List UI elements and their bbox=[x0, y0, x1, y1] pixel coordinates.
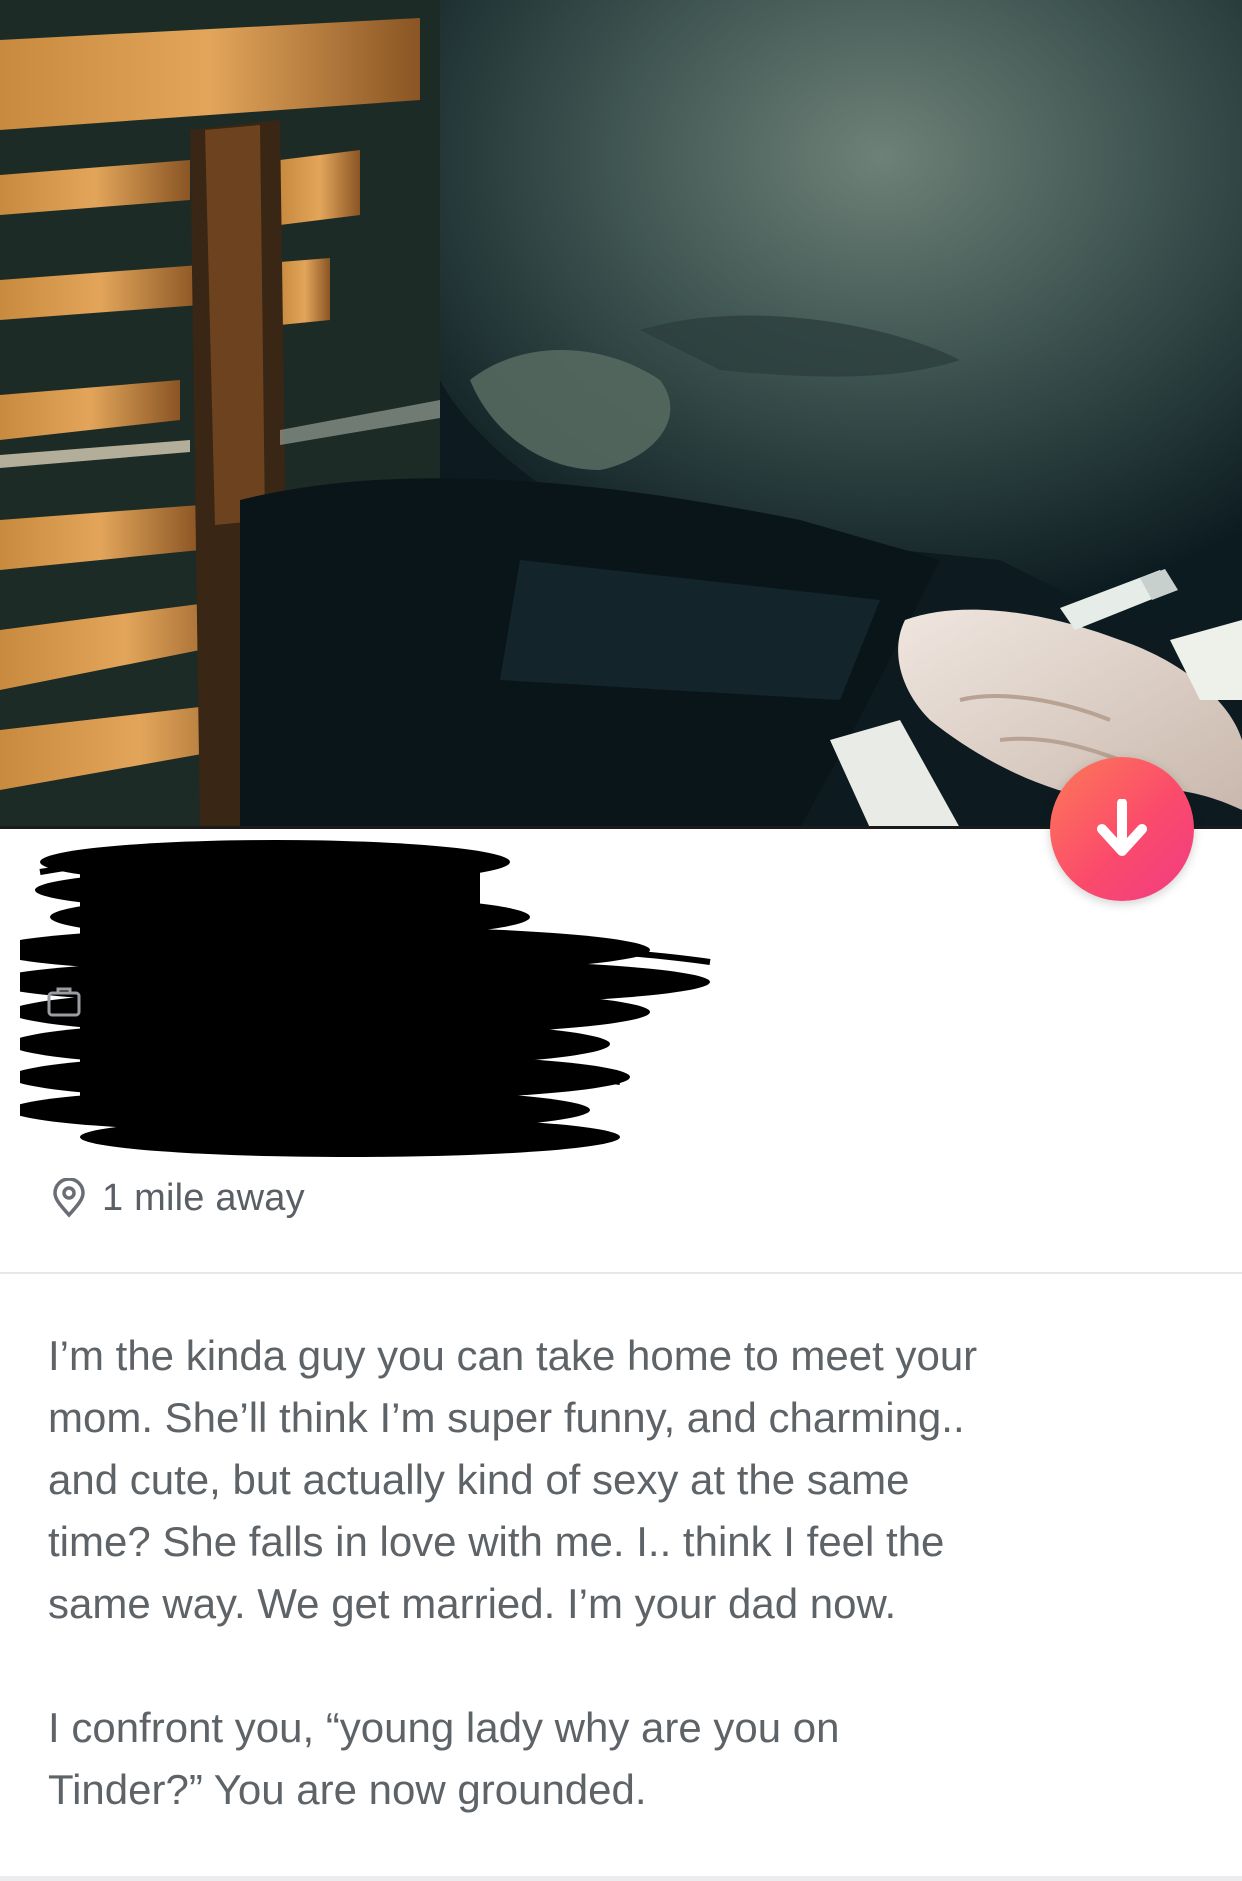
briefcase-icon bbox=[47, 987, 81, 1017]
profile-bio: I’m the kinda guy you can take home to m… bbox=[48, 1325, 1208, 1821]
section-divider bbox=[0, 1272, 1242, 1274]
distance-label: 1 mile away bbox=[102, 1176, 305, 1219]
bio-paragraph: I’m the kinda guy you can take home to m… bbox=[48, 1332, 978, 1627]
profile-photo[interactable] bbox=[0, 0, 1242, 828]
distance-row: 1 mile away bbox=[50, 1172, 305, 1224]
info-arrow-button[interactable] bbox=[1050, 757, 1194, 901]
redaction-scribble bbox=[20, 840, 711, 1157]
bio-paragraph: I confront you, “young lady why are you … bbox=[48, 1704, 840, 1813]
location-pin-icon bbox=[53, 1178, 85, 1218]
arrow-down-icon bbox=[1097, 799, 1147, 856]
bottom-divider bbox=[0, 1876, 1242, 1881]
